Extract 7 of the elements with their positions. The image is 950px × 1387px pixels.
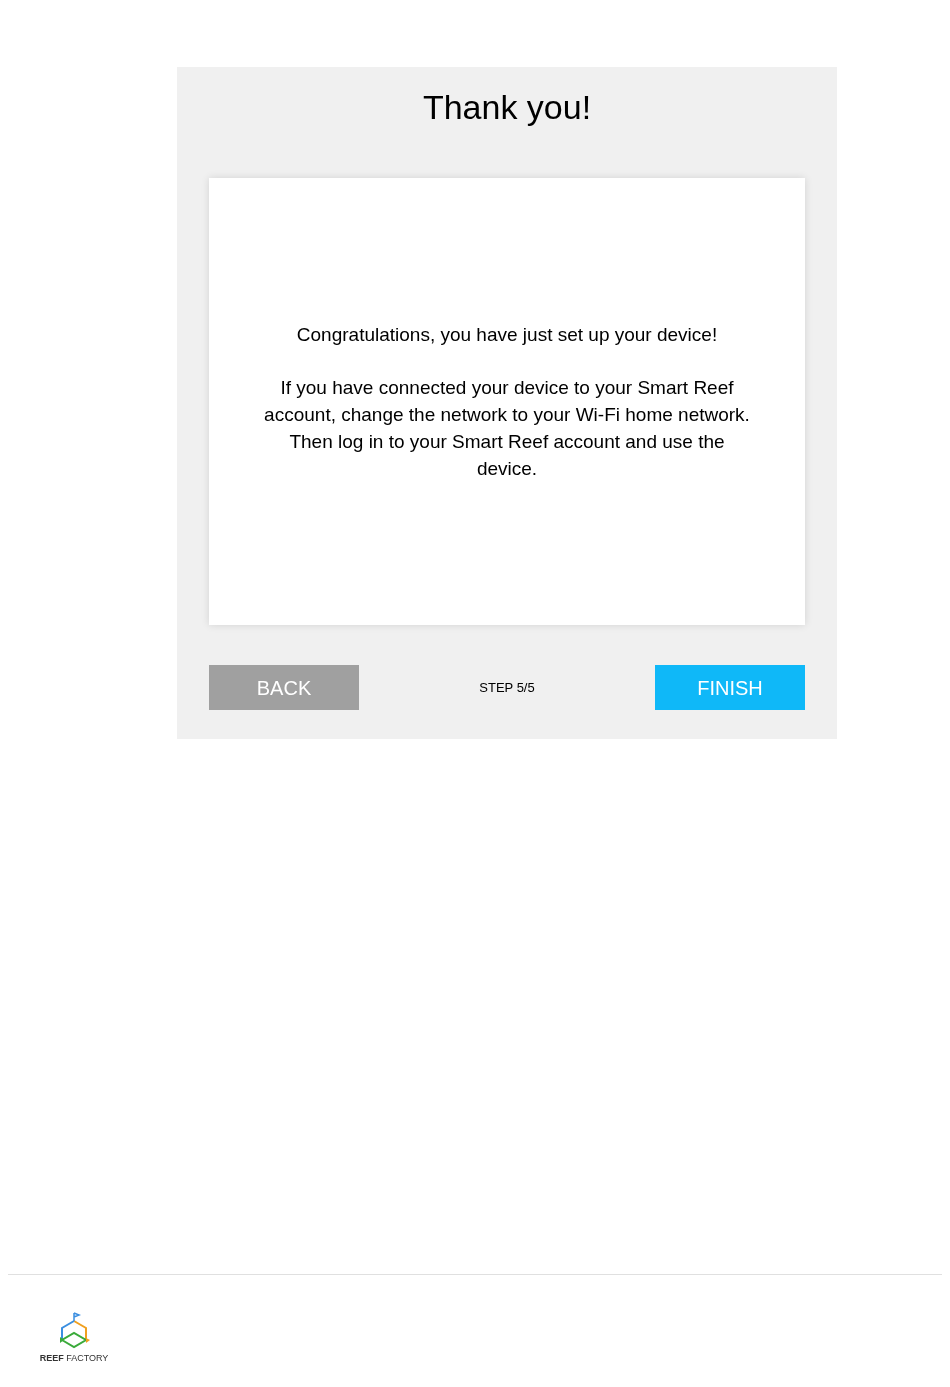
step-indicator: STEP 5/5 (479, 678, 535, 697)
message-text: Congratulations, you have just set up your device! (296, 323, 718, 347)
back-button[interactable]: BACK (209, 665, 359, 710)
brand-name: REEF FACTORY (39, 1352, 109, 1365)
message-text: If you have connected your device to your Smart Reef account, change the network to your Wi-Fi home network. Then log in to your Smart Reef account and use the device. (263, 376, 751, 481)
finish-button[interactable]: FINISH (655, 665, 805, 710)
dialog-title: Thank you! (422, 87, 592, 127)
